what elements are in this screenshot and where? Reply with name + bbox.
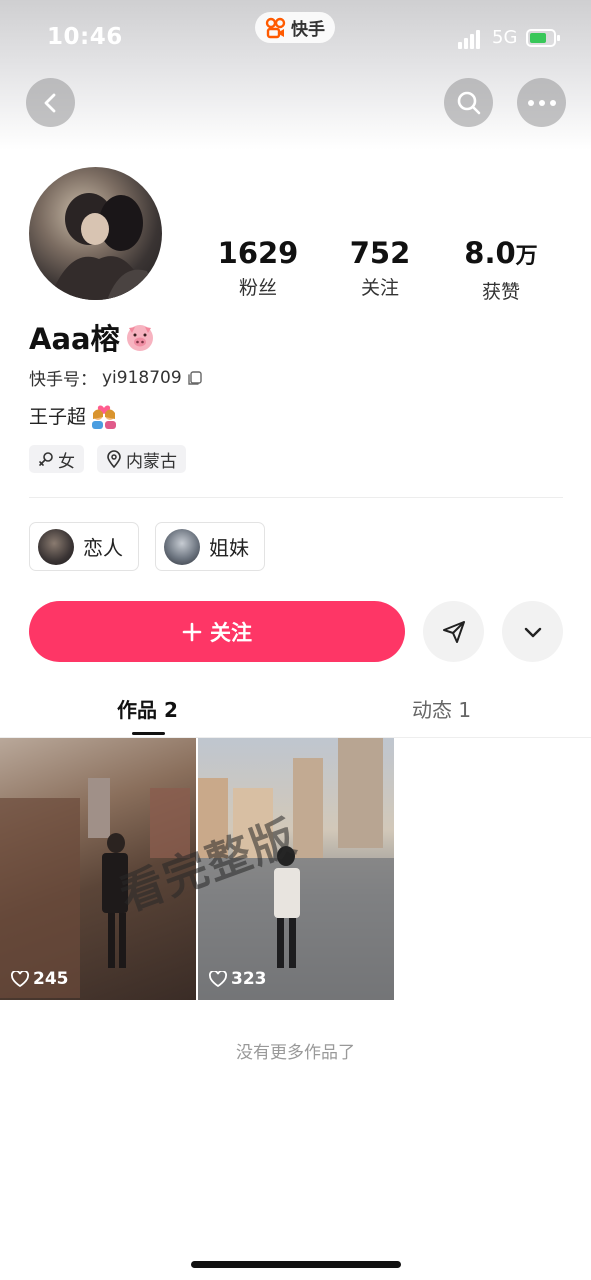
username: Aaa榕 (29, 322, 120, 356)
work-likes: 323 (209, 969, 267, 989)
location-tag: 内蒙古 (97, 445, 186, 473)
bio-text: 王子超 (29, 405, 87, 428)
followers-label: 粉丝 (238, 277, 277, 299)
no-more-works-text: 没有更多作品了 (236, 1043, 355, 1063)
kuaishou-id-row[interactable]: 快手号： yi918709 (29, 365, 203, 390)
home-indicator[interactable] (191, 1261, 401, 1268)
avatar[interactable] (29, 167, 162, 300)
back-button[interactable] (26, 78, 75, 127)
expand-recommendations-button[interactable] (502, 601, 563, 662)
following-label: 关注 (360, 277, 399, 299)
copy-icon[interactable] (187, 370, 203, 386)
search-button[interactable] (444, 78, 493, 127)
heart-outline-icon (209, 971, 227, 987)
heart-outline-icon (11, 971, 29, 987)
battery-icon (526, 29, 556, 47)
relation-label: 姐妹 (209, 536, 249, 560)
relation-sisters[interactable]: 姐妹 (155, 522, 265, 571)
work-likes-count: 245 (33, 969, 69, 989)
likes-stat: 8.0万 获赞 (446, 236, 556, 304)
tab-moments[interactable]: 动态 1 (412, 694, 471, 723)
plus-icon (182, 622, 202, 641)
more-options-button[interactable] (517, 78, 566, 127)
kuaishou-id-label: 快手号： (29, 370, 97, 390)
network-type: 5G (492, 27, 518, 48)
avatar-photo (49, 193, 159, 300)
send-message-button[interactable] (423, 601, 484, 662)
follow-button[interactable]: 关注 (29, 601, 405, 662)
kuaishou-id-value: yi918709 (102, 367, 182, 388)
search-icon (457, 91, 480, 114)
bio: 王子超 (29, 401, 119, 429)
follow-label: 关注 (210, 620, 252, 645)
female-icon (39, 452, 53, 466)
relation-avatar (164, 528, 200, 565)
followers-stat[interactable]: 1629 粉丝 (203, 236, 313, 300)
relation-label: 恋人 (83, 536, 123, 560)
following-stat[interactable]: 752 关注 (325, 236, 435, 300)
chevron-down-icon (524, 627, 541, 637)
following-count: 752 (349, 236, 411, 270)
location-pin-icon (107, 450, 121, 468)
gender-label: 女 (58, 451, 75, 472)
relation-avatar (38, 528, 74, 565)
likes-unit: 万 (515, 244, 538, 269)
work-likes-count: 323 (231, 969, 267, 989)
pig-emoji-icon (126, 325, 153, 351)
work-likes: 245 (11, 969, 69, 989)
battery-cap (557, 35, 560, 41)
more-dots-icon (527, 99, 556, 106)
active-tab-indicator (132, 732, 165, 735)
relation-lover[interactable]: 恋人 (29, 522, 139, 571)
kuaishou-logo-icon (265, 17, 286, 38)
paper-plane-icon (442, 620, 465, 643)
username-row: Aaa榕 (29, 316, 156, 358)
tab-works[interactable]: 作品 2 (117, 694, 178, 723)
followers-count: 1629 (217, 236, 299, 270)
location-label: 内蒙古 (126, 451, 177, 472)
section-divider (29, 497, 563, 498)
chevron-left-icon (44, 93, 55, 112)
gender-tag: 女 (29, 445, 84, 473)
likes-count: 8.0万 (464, 236, 538, 270)
app-indicator-pill[interactable]: 快手 (255, 12, 335, 43)
status-time: 10:46 (47, 24, 123, 50)
likes-label: 获赞 (481, 281, 520, 303)
couple-with-heart-emoji-icon (92, 405, 117, 429)
signal-icon (458, 30, 480, 49)
app-name: 快手 (291, 20, 325, 40)
